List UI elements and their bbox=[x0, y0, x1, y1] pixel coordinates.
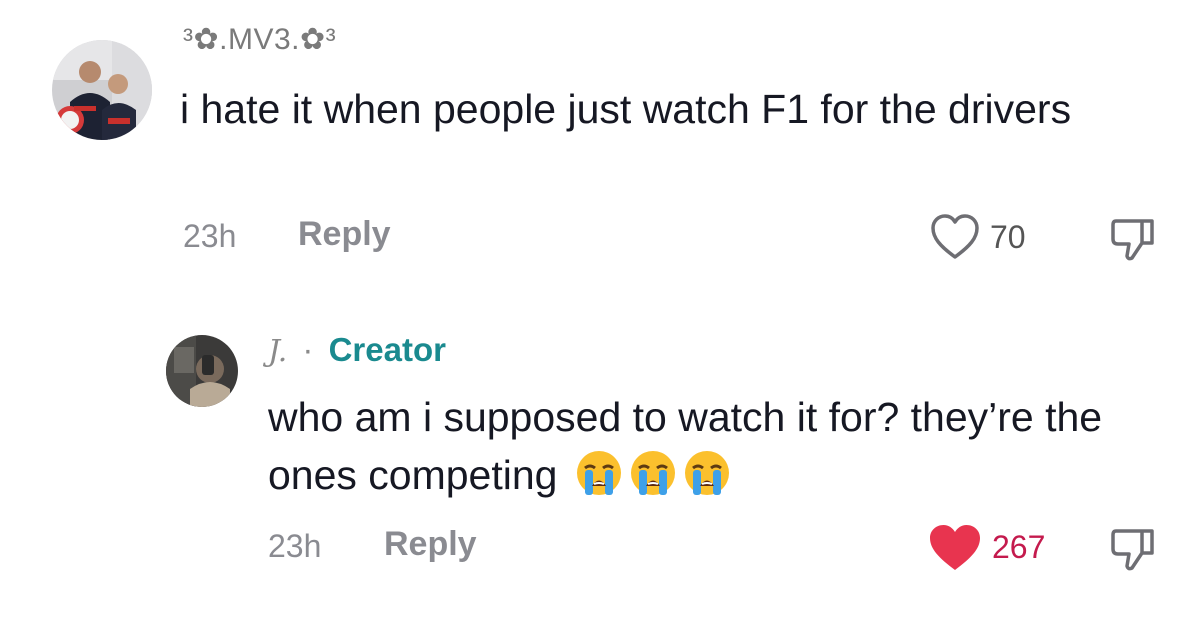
comment-username[interactable]: J. bbox=[268, 334, 287, 369]
photo-avatar-icon bbox=[166, 335, 238, 407]
comment-timestamp: 23h bbox=[268, 528, 322, 564]
like-count: 70 bbox=[990, 219, 1026, 255]
thumbs-down-icon bbox=[1111, 529, 1154, 571]
comment: ³✿.MV3.✿³ i hate it when people just wat… bbox=[0, 0, 1200, 300]
user-avatar[interactable] bbox=[52, 40, 152, 140]
like-count: 267 bbox=[992, 529, 1046, 565]
emoji-group bbox=[575, 449, 737, 512]
comment-text: who am i supposed to watch it for? they’… bbox=[268, 388, 1168, 512]
dislike-button[interactable] bbox=[1108, 213, 1158, 263]
separator-dot: · bbox=[302, 331, 314, 368]
comment-text: i hate it when people just watch F1 for … bbox=[180, 86, 1072, 132]
crying-face-emoji-icon bbox=[683, 449, 731, 497]
comment-username[interactable]: ³✿.MV3.✿³ bbox=[183, 22, 336, 57]
heart-filled-icon bbox=[930, 525, 980, 570]
photo-avatar-icon bbox=[52, 40, 152, 140]
reply-button[interactable]: Reply bbox=[298, 215, 391, 254]
creator-badge: Creator bbox=[328, 331, 446, 368]
comment-header: J. · Creator bbox=[268, 330, 446, 370]
crying-face-emoji-icon bbox=[629, 449, 677, 497]
creator-avatar[interactable] bbox=[166, 335, 238, 407]
like-button[interactable] bbox=[930, 213, 980, 261]
crying-face-emoji-icon bbox=[575, 449, 623, 497]
reply-button[interactable]: Reply bbox=[384, 525, 477, 564]
reply-comment: J. · Creator who am i supposed to watch … bbox=[0, 300, 1200, 624]
comment-timestamp: 23h bbox=[183, 218, 237, 254]
thumbs-down-icon bbox=[1111, 219, 1154, 261]
heart-outline-icon bbox=[931, 214, 979, 259]
dislike-button[interactable] bbox=[1108, 523, 1158, 573]
like-button[interactable] bbox=[928, 523, 982, 573]
